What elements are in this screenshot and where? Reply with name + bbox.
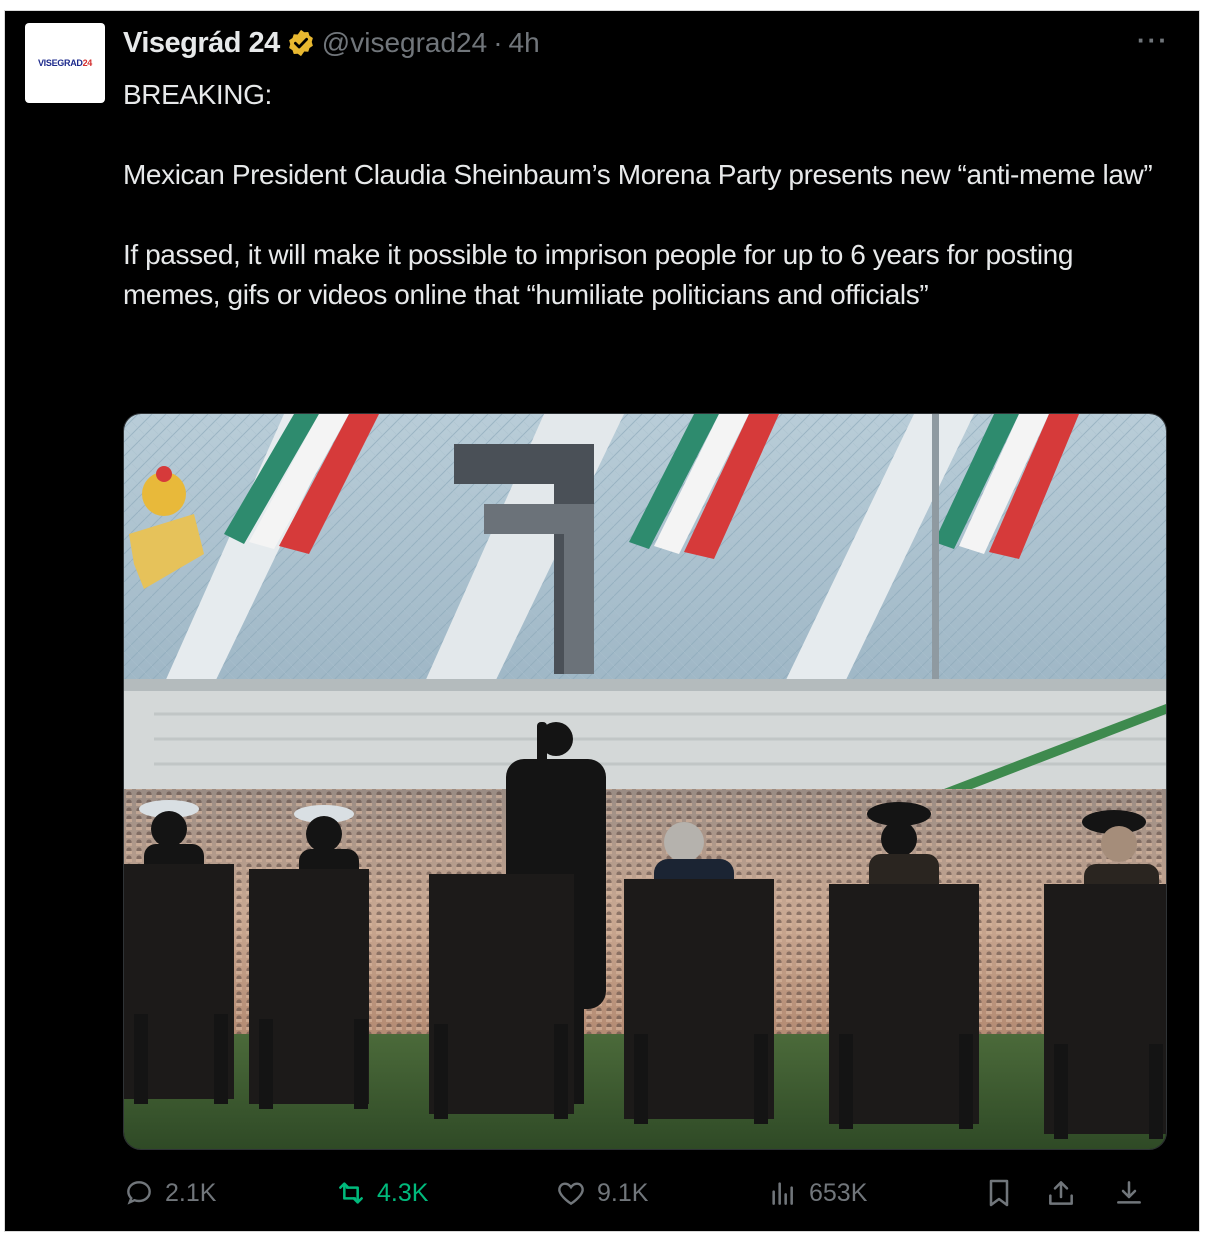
reply-button[interactable]: 2.1K	[123, 1173, 216, 1213]
stadium-ceremony-image	[124, 414, 1166, 1149]
bookmark-icon	[989, 1179, 1009, 1207]
analytics-icon	[772, 1182, 793, 1205]
share-button[interactable]	[1045, 1173, 1077, 1213]
tweet-actions-bar: 2.1K 4.3K 9.1K 653K	[123, 1173, 1163, 1213]
reply-count: 2.1K	[165, 1178, 217, 1207]
download-button[interactable]	[1113, 1173, 1145, 1213]
retweet-button[interactable]: 4.3K	[335, 1173, 428, 1213]
separator-dot: ·	[493, 27, 503, 58]
timestamp[interactable]: 4h	[509, 27, 540, 59]
handle[interactable]: @visegrad24	[322, 27, 487, 59]
retweet-count: 4.3K	[377, 1178, 429, 1207]
heart-icon	[558, 1182, 584, 1206]
avatar[interactable]: VISEGRAD24	[25, 23, 105, 103]
tweet-text-line: Mexican President Claudia Sheinbaum’s Mo…	[123, 159, 1153, 190]
share-icon	[1049, 1181, 1073, 1205]
tweet-header: Visegrád 24 @visegrad24 · 4h	[123, 25, 540, 61]
reply-icon	[127, 1181, 151, 1205]
view-count: 653K	[809, 1178, 868, 1207]
avatar-logo-text: VISEGRAD24	[37, 58, 93, 68]
tweet-photo[interactable]	[123, 413, 1167, 1150]
more-options-icon[interactable]: ···	[1137, 25, 1169, 56]
verified-badge-icon	[286, 28, 316, 58]
tweet-text: BREAKING: Mexican President Claudia Shei…	[123, 75, 1163, 315]
display-name[interactable]: Visegrád 24	[123, 27, 280, 60]
like-button[interactable]: 9.1K	[555, 1173, 648, 1213]
download-icon	[1117, 1181, 1141, 1204]
tweet-card[interactable]: VISEGRAD24 Visegrád 24 @visegrad24 · 4h …	[4, 10, 1200, 1232]
bookmark-button[interactable]	[983, 1173, 1015, 1213]
like-count: 9.1K	[597, 1178, 649, 1207]
tweet-text-line: BREAKING:	[123, 79, 272, 110]
retweet-icon	[339, 1182, 363, 1204]
views-button[interactable]: 653K	[767, 1173, 867, 1213]
tweet-text-line: If passed, it will make it possible to i…	[123, 239, 1073, 310]
